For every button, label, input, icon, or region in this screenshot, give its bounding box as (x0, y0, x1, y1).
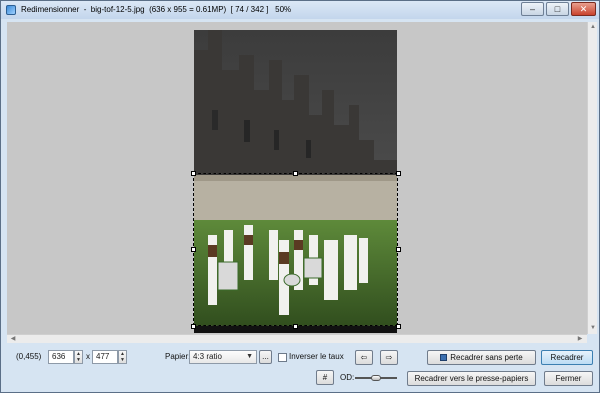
scroll-right-icon[interactable]: ▶ (575, 335, 585, 343)
opacity-label: OD: (340, 373, 355, 382)
crop-handle-top[interactable] (293, 171, 298, 176)
save-icon (440, 354, 448, 361)
cursor-coordinates: (0,455) (16, 352, 42, 361)
horizontal-scrollbar[interactable]: ◀ ▶ (7, 334, 587, 343)
width-down-icon[interactable]: ▼ (75, 357, 82, 363)
scroll-down-icon[interactable]: ▼ (588, 324, 598, 332)
crop-handle-bottom[interactable] (293, 324, 298, 329)
window-title: Redimensionner - big-tof-12-5.jpg (636 x… (21, 5, 292, 14)
crop-handle-left[interactable] (191, 247, 196, 252)
invert-ratio-checkbox[interactable] (278, 353, 287, 362)
invert-ratio-label: Inverser le taux (289, 352, 344, 361)
arrow-right-button[interactable]: ⇨ (380, 350, 398, 365)
lossless-crop-label: Recadrer sans perte (450, 353, 523, 362)
size-separator: x (86, 352, 90, 361)
crop-handle-top-right[interactable] (396, 171, 401, 176)
crop-handle-bottom-left[interactable] (191, 324, 196, 329)
app-icon (6, 5, 16, 15)
scroll-left-icon[interactable]: ◀ (8, 335, 18, 343)
title-bar[interactable]: Redimensionner - big-tof-12-5.jpg (636 x… (1, 1, 599, 19)
lossless-crop-button[interactable]: Recadrer sans perte (427, 350, 536, 365)
height-down-icon[interactable]: ▼ (119, 357, 126, 363)
width-field[interactable]: 636 (48, 350, 74, 364)
crop-handle-top-left[interactable] (191, 171, 196, 176)
paper-select[interactable]: 4:3 ratio ▼ (189, 350, 257, 364)
vertical-scrollbar[interactable]: ▲ ▼ (587, 22, 597, 334)
crop-to-clipboard-button[interactable]: Recadrer vers le presse-papiers (407, 371, 536, 386)
close-window-button[interactable]: ✕ (571, 2, 596, 16)
arrow-left-button[interactable]: ⇦ (355, 350, 373, 365)
crop-handle-bottom-right[interactable] (396, 324, 401, 329)
height-stepper[interactable]: ▲ ▼ (118, 350, 127, 364)
control-panel: (0,455) 636 ▲ ▼ x 477 ▲ ▼ Papier: 4:3 ra… (1, 343, 599, 393)
opacity-slider-thumb[interactable] (371, 375, 381, 381)
resize-window: Redimensionner - big-tof-12-5.jpg (636 x… (0, 0, 600, 393)
width-stepper[interactable]: ▲ ▼ (74, 350, 83, 364)
minimize-button[interactable]: – (521, 2, 544, 16)
close-button[interactable]: Fermer (544, 371, 593, 386)
height-field[interactable]: 477 (92, 350, 118, 364)
grid-button[interactable]: # (316, 370, 334, 385)
chevron-down-icon: ▼ (246, 353, 253, 360)
paper-selected-value: 4:3 ratio (193, 352, 222, 361)
crop-button[interactable]: Recadrer (541, 350, 593, 365)
maximize-button[interactable]: □ (546, 2, 569, 16)
paper-more-button[interactable]: ... (259, 350, 272, 364)
crop-handle-right[interactable] (396, 247, 401, 252)
scroll-up-icon[interactable]: ▲ (588, 23, 598, 31)
crop-selection[interactable] (193, 173, 398, 326)
paper-label: Papier: (165, 352, 191, 361)
